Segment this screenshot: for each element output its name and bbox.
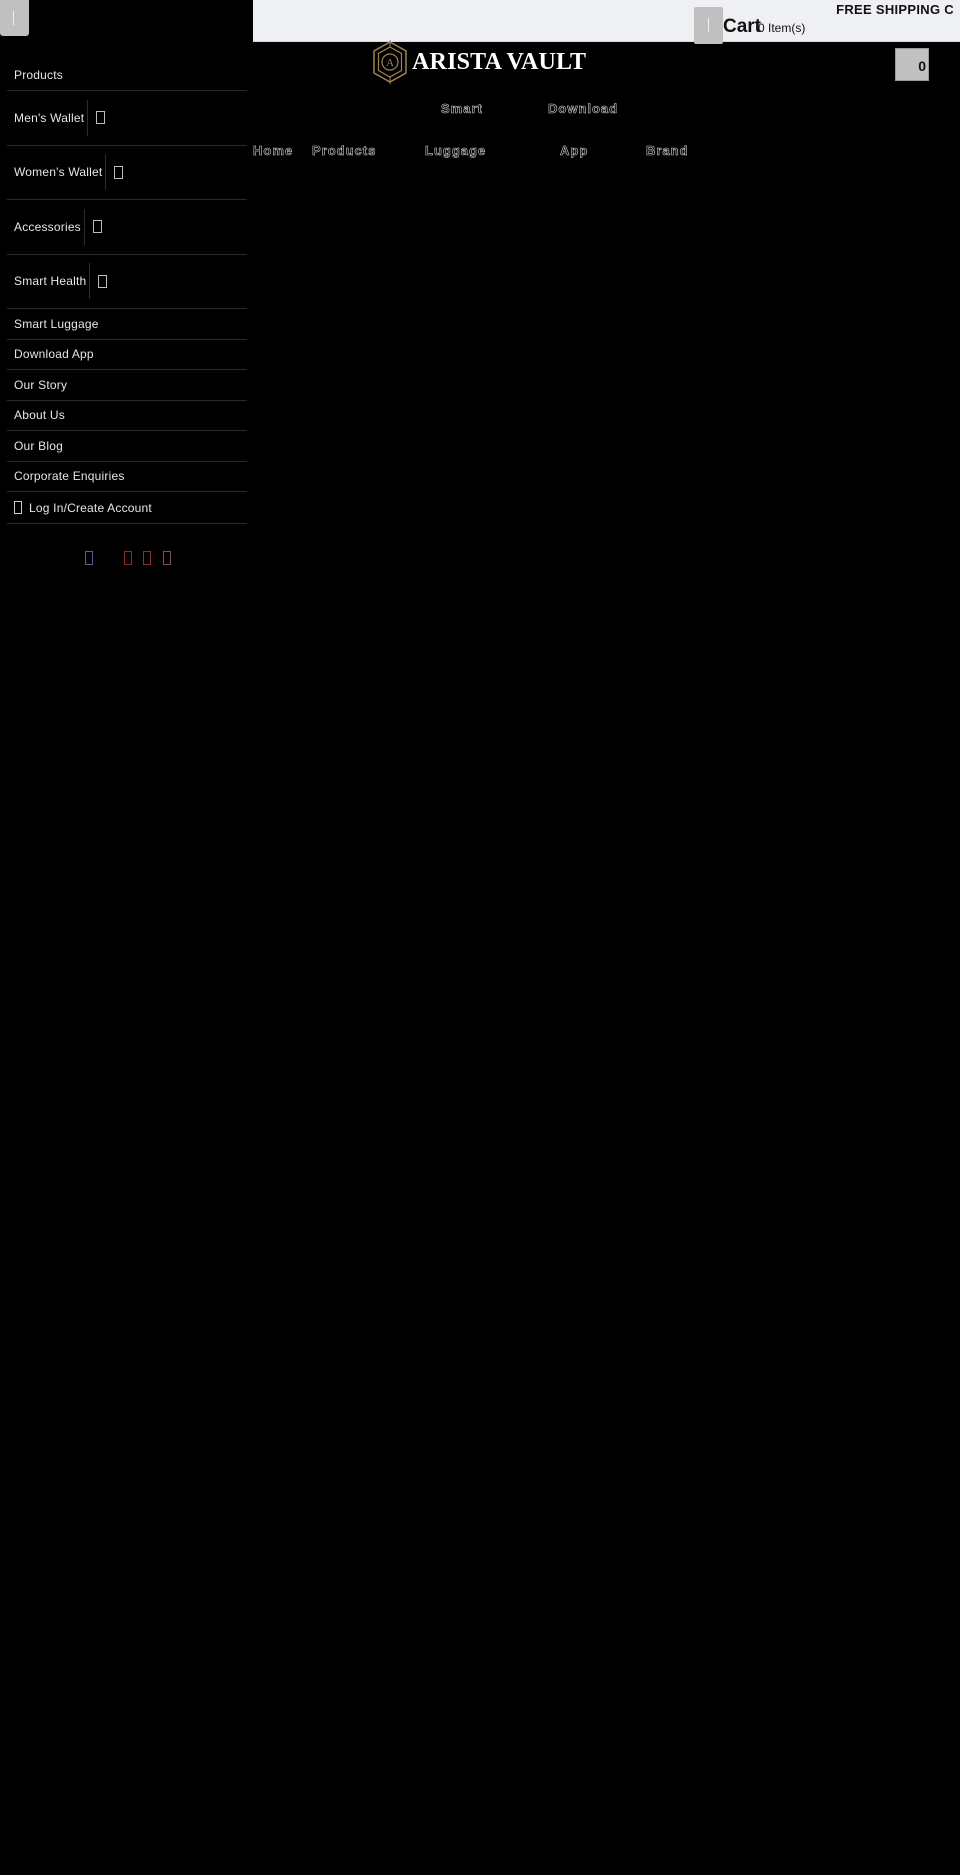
menu-item-about-us[interactable]: About Us [7,401,247,431]
menu-item-our-blog[interactable]: Our Blog [7,431,247,462]
brand-name: ARISTA VAULT [412,48,587,75]
menu-item-womens-wallet[interactable]: Women's Wallet [7,146,247,200]
user-icon [14,501,22,514]
hexagon-logo-icon: A [373,40,407,84]
nav-download-app-line2[interactable]: App [560,143,588,159]
expand-icon[interactable] [98,274,108,288]
cart-title: Cart [723,16,762,37]
close-icon [708,18,709,32]
divider [105,154,107,191]
divider [83,208,85,245]
menu-item-smart-luggage[interactable]: Smart Luggage [7,309,247,340]
menu-item-accessories[interactable]: Accessories [7,200,247,255]
expand-icon[interactable] [92,220,102,234]
cart-item-count: 0 Item(s) [758,21,806,35]
svg-text:A: A [386,57,394,69]
brand-logo[interactable]: A ARISTA VAULT [372,40,586,84]
nav-products[interactable]: Products [312,143,376,159]
pinterest-icon[interactable] [143,551,151,565]
nav-smart-luggage-line2[interactable]: Luggage [425,143,486,159]
drawer-menu: Products Men's Wallet Women's Wallet Acc… [7,60,247,524]
menu-item-label: Women's Wallet [14,165,103,180]
expand-icon[interactable] [114,165,124,179]
menu-item-smart-health[interactable]: Smart Health [7,255,247,309]
menu-item-label: Products [14,68,63,82]
menu-item-products[interactable]: Products [7,60,247,91]
expand-icon[interactable] [96,111,106,125]
cart-count-badge[interactable]: 0 [895,48,929,81]
menu-item-label: Smart Luggage [14,316,99,331]
facebook-icon[interactable] [85,551,93,565]
menu-item-label: Download App [14,347,94,362]
menu-item-label: Corporate Enquiries [14,469,125,484]
menu-item-label: Our Blog [14,438,63,453]
menu-item-our-story[interactable]: Our Story [7,370,247,401]
shipping-announcement: FREE SHIPPING C [836,2,954,17]
menu-close-button[interactable] [0,0,29,36]
menu-item-download-app[interactable]: Download App [7,340,247,370]
announcement-bar: FREE SHIPPING C [253,0,960,42]
youtube-icon[interactable] [124,551,132,565]
menu-item-label: Men's Wallet [14,110,85,125]
menu-item-mens-wallet[interactable]: Men's Wallet [7,91,247,146]
close-icon [13,11,14,25]
login-label: Log In/Create Account [29,500,152,515]
nav-smart-luggage-line1[interactable]: Smart [441,101,483,117]
menu-item-label: Our Story [14,377,68,392]
menu-item-corporate-enquiries[interactable]: Corporate Enquiries [7,462,247,492]
divider [87,99,89,136]
menu-item-label: Accessories [14,219,81,234]
nav-download-app-line1[interactable]: Download [548,101,618,117]
cart-close-button[interactable] [694,7,723,44]
instagram-icon[interactable] [163,551,171,565]
nav-home[interactable]: Home [253,143,293,159]
login-create-account-link[interactable]: Log In/Create Account [7,492,247,524]
divider [89,263,91,300]
nav-brand[interactable]: Brand [646,143,689,159]
menu-item-label: Smart Health [14,274,87,289]
menu-item-label: About Us [14,408,65,423]
